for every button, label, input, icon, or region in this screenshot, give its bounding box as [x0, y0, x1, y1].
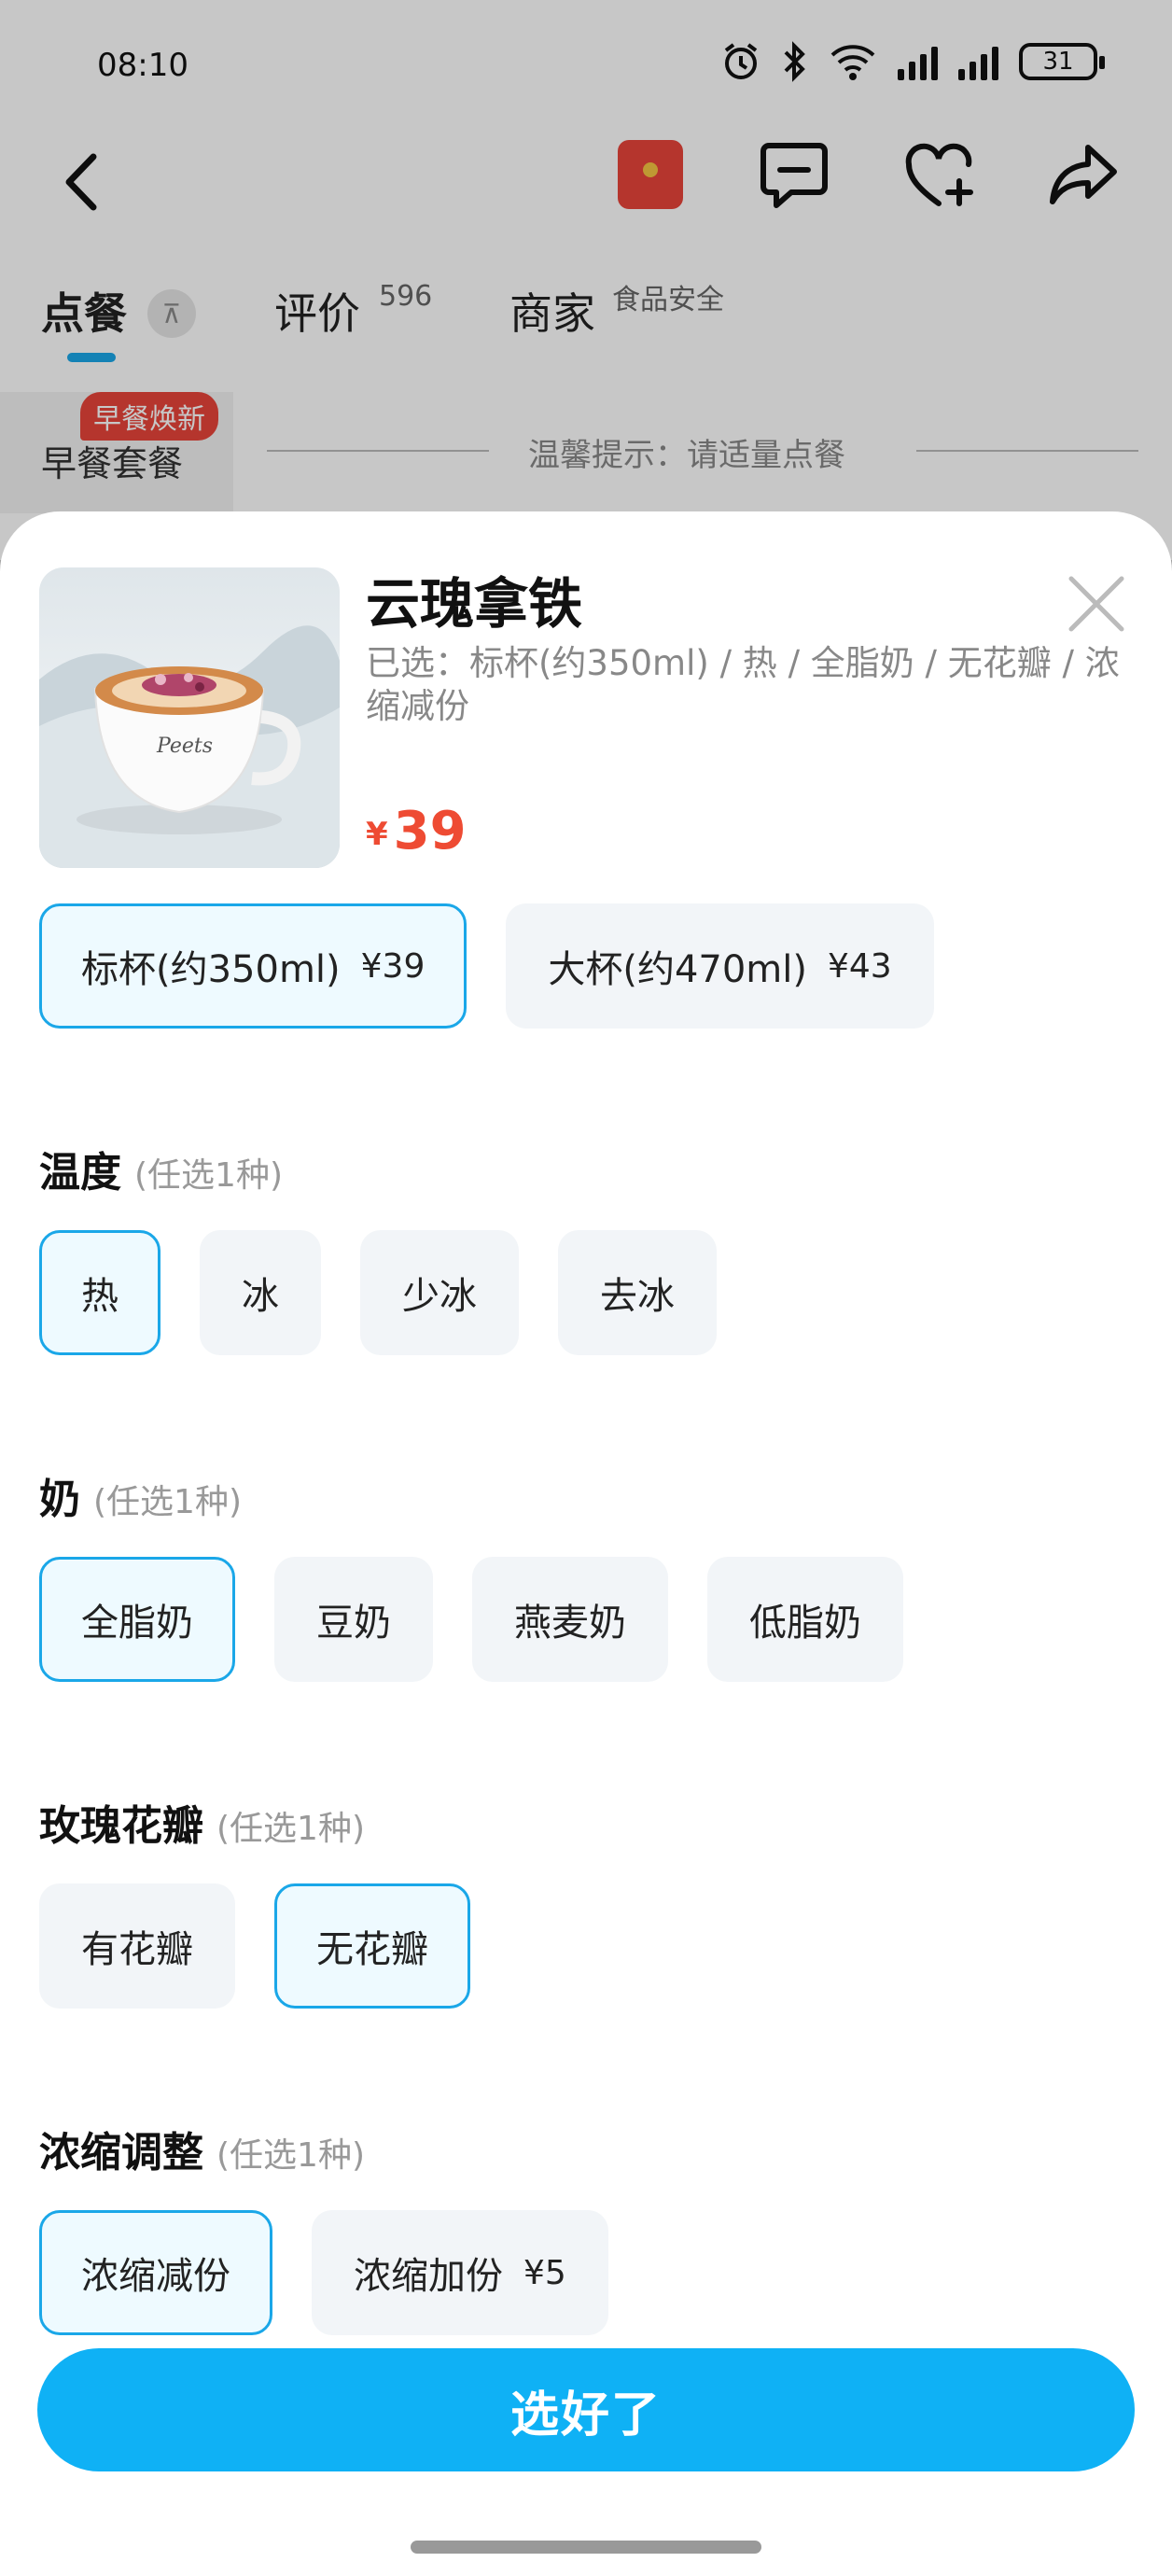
home-indicator[interactable] — [411, 2541, 761, 2554]
group-title-milk: 奶 (任选1种) — [39, 1465, 242, 1525]
group-title-espresso: 浓缩调整 (任选1种) — [39, 2119, 365, 2178]
group-title-petals: 玫瑰花瓣 (任选1种) — [39, 1792, 365, 1852]
option-no-ice[interactable]: 去冰 — [558, 1230, 717, 1355]
selected-options: 已选：标杯(约350ml) / 热 / 全脂奶 / 无花瓣 / 浓缩减份 — [366, 643, 1120, 726]
product-image-brand: Peets — [156, 735, 213, 758]
group-title-temperature: 温度 (任选1种) — [39, 1139, 283, 1198]
option-label: 浓缩减份 — [81, 2255, 230, 2298]
close-icon[interactable] — [1064, 571, 1129, 637]
temperature-options: 热 冰 少冰 去冰 — [39, 1230, 717, 1355]
price-value: 39 — [393, 801, 467, 861]
group-hint: (任选1种) — [93, 1483, 242, 1521]
size-option-regular[interactable]: 标杯(约350ml) ¥39 — [39, 903, 467, 1029]
option-with-petals[interactable]: 有花瓣 — [39, 1883, 235, 2009]
product-image: Peets — [39, 567, 340, 868]
milk-options: 全脂奶 豆奶 燕麦奶 低脂奶 — [39, 1557, 903, 1682]
group-title-text: 温度 — [39, 1149, 121, 1197]
size-option-large[interactable]: 大杯(约470ml) ¥43 — [506, 903, 934, 1029]
size-options: 标杯(约350ml) ¥39 大杯(约470ml) ¥43 — [39, 903, 934, 1029]
product-price: ¥39 — [366, 801, 467, 861]
option-oat-milk[interactable]: 燕麦奶 — [472, 1557, 668, 1682]
confirm-button[interactable]: 选好了 — [37, 2348, 1135, 2471]
group-hint: (任选1种) — [216, 1810, 365, 1848]
option-low-fat-milk[interactable]: 低脂奶 — [707, 1557, 903, 1682]
option-hot[interactable]: 热 — [39, 1230, 160, 1355]
product-name: 云瑰拿铁 — [366, 572, 583, 636]
group-hint: (任选1种) — [134, 1156, 283, 1195]
option-less-ice[interactable]: 少冰 — [360, 1230, 519, 1355]
espresso-options: 浓缩减份 浓缩加份 ¥5 — [39, 2210, 608, 2335]
option-price: ¥5 — [523, 2253, 566, 2292]
option-iced[interactable]: 冰 — [200, 1230, 321, 1355]
petal-options: 有花瓣 无花瓣 — [39, 1883, 470, 2009]
size-label: 标杯(约350ml) — [81, 948, 341, 991]
spec-sheet: Peets 云瑰拿铁 已选：标杯(约350ml) / 热 / 全脂奶 / 无花瓣… — [0, 511, 1172, 2576]
option-soy-milk[interactable]: 豆奶 — [274, 1557, 433, 1682]
size-label: 大杯(约470ml) — [548, 948, 807, 991]
option-whole-milk[interactable]: 全脂奶 — [39, 1557, 235, 1682]
option-less-espresso[interactable]: 浓缩减份 — [39, 2210, 272, 2335]
group-hint: (任选1种) — [216, 2136, 365, 2175]
group-title-text: 浓缩调整 — [39, 2129, 203, 2177]
currency-symbol: ¥ — [366, 816, 388, 853]
size-price: ¥39 — [360, 946, 426, 986]
option-no-petals[interactable]: 无花瓣 — [274, 1883, 470, 2009]
group-title-text: 玫瑰花瓣 — [39, 1802, 203, 1850]
size-price: ¥43 — [828, 946, 892, 986]
group-title-text: 奶 — [39, 1476, 80, 1523]
option-extra-espresso[interactable]: 浓缩加份 ¥5 — [312, 2210, 608, 2335]
option-label: 浓缩加份 — [354, 2255, 503, 2298]
